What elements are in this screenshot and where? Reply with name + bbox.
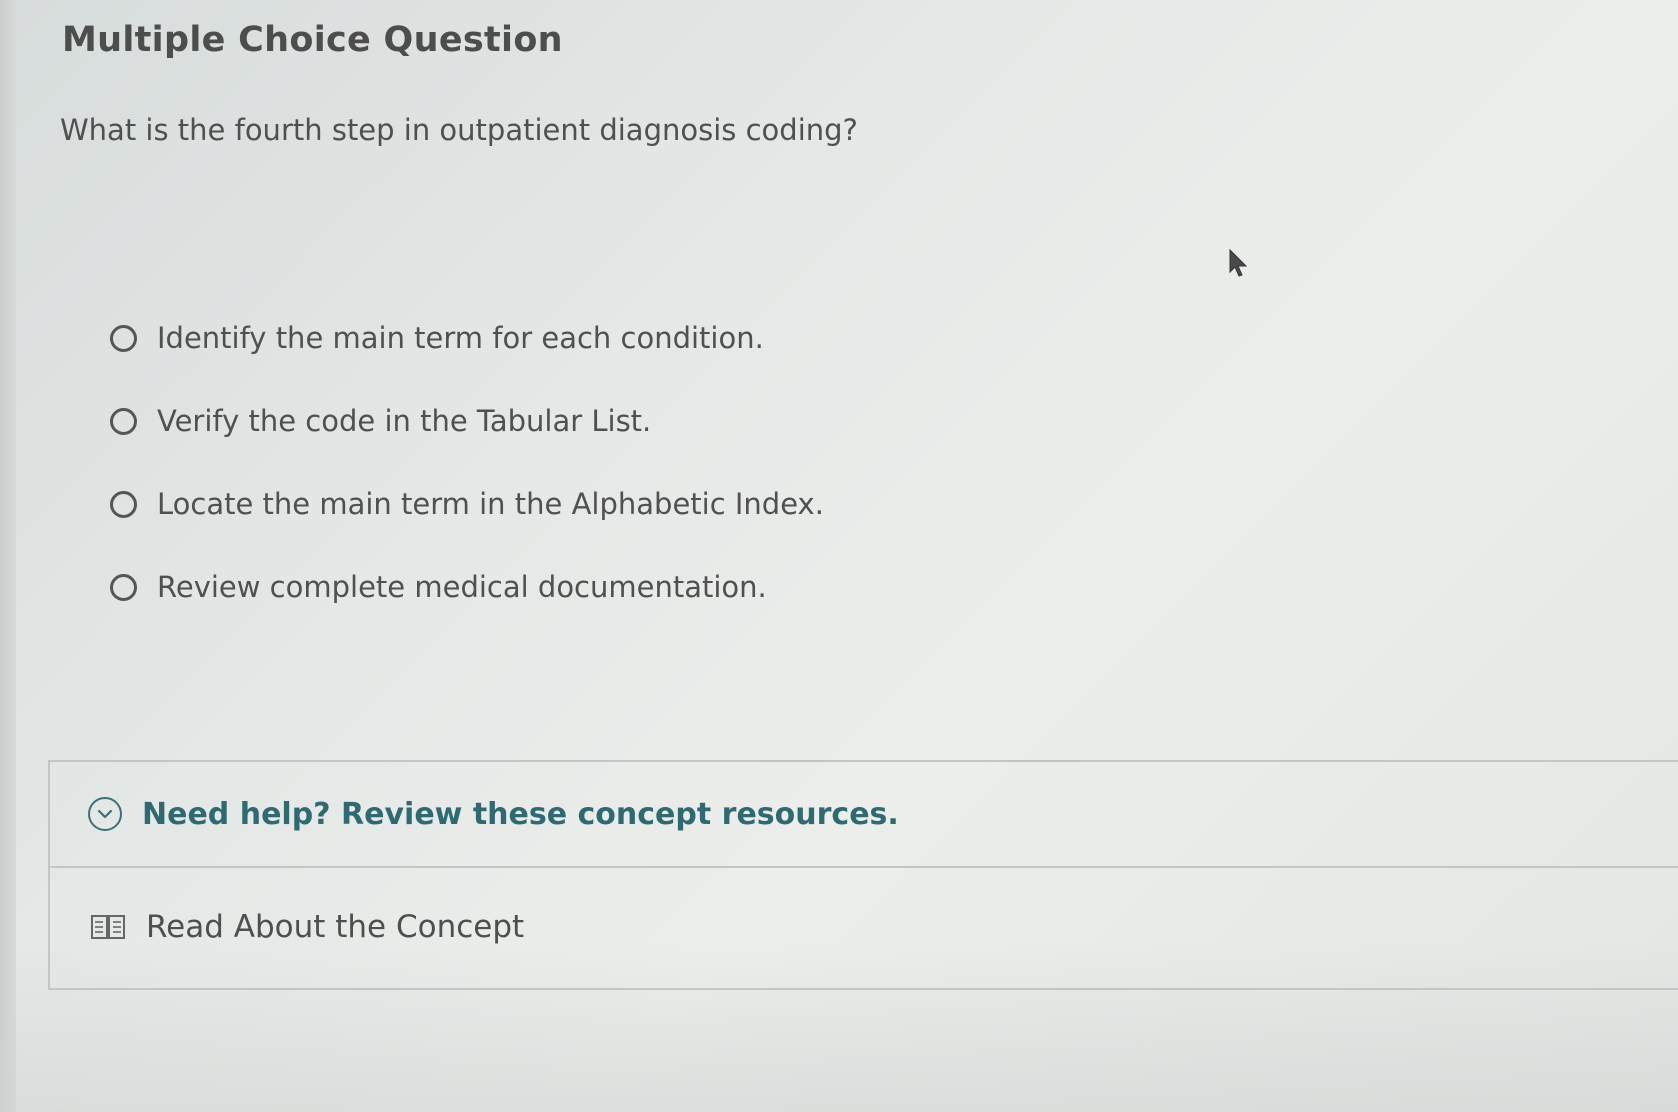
answer-option-2[interactable]: Verify the code in the Tabular List. [110, 401, 824, 441]
answer-option-3[interactable]: Locate the main term in the Alphabetic I… [110, 484, 824, 524]
answer-option-label: Locate the main term in the Alphabetic I… [157, 487, 824, 521]
radio-button[interactable] [110, 407, 137, 435]
answer-option-label: Review complete medical documentation. [157, 570, 767, 604]
question-prompt: What is the fourth step in outpatient di… [60, 113, 858, 147]
answer-option-1[interactable]: Identify the main term for each conditio… [110, 318, 824, 358]
read-about-concept-label: Read About the Concept [146, 909, 525, 945]
radio-button[interactable] [110, 324, 137, 352]
read-about-concept-link[interactable]: Read About the Concept [50, 868, 1678, 986]
radio-button[interactable] [110, 573, 137, 601]
answer-option-4[interactable]: Review complete medical documentation. [110, 567, 824, 607]
book-icon [90, 913, 126, 941]
concept-resources-panel: Need help? Review these concept resource… [48, 760, 1678, 990]
radio-button[interactable] [110, 490, 137, 518]
chevron-down-icon [88, 797, 122, 831]
question-type-title: Multiple Choice Question [62, 20, 563, 60]
concept-resources-label: Need help? Review these concept resource… [142, 796, 899, 832]
answer-option-label: Verify the code in the Tabular List. [157, 404, 652, 438]
mouse-pointer-icon [1228, 248, 1250, 282]
answer-options: Identify the main term for each conditio… [110, 318, 824, 650]
answer-option-label: Identify the main term for each conditio… [157, 321, 764, 355]
concept-resources-toggle[interactable]: Need help? Review these concept resource… [50, 762, 1678, 868]
